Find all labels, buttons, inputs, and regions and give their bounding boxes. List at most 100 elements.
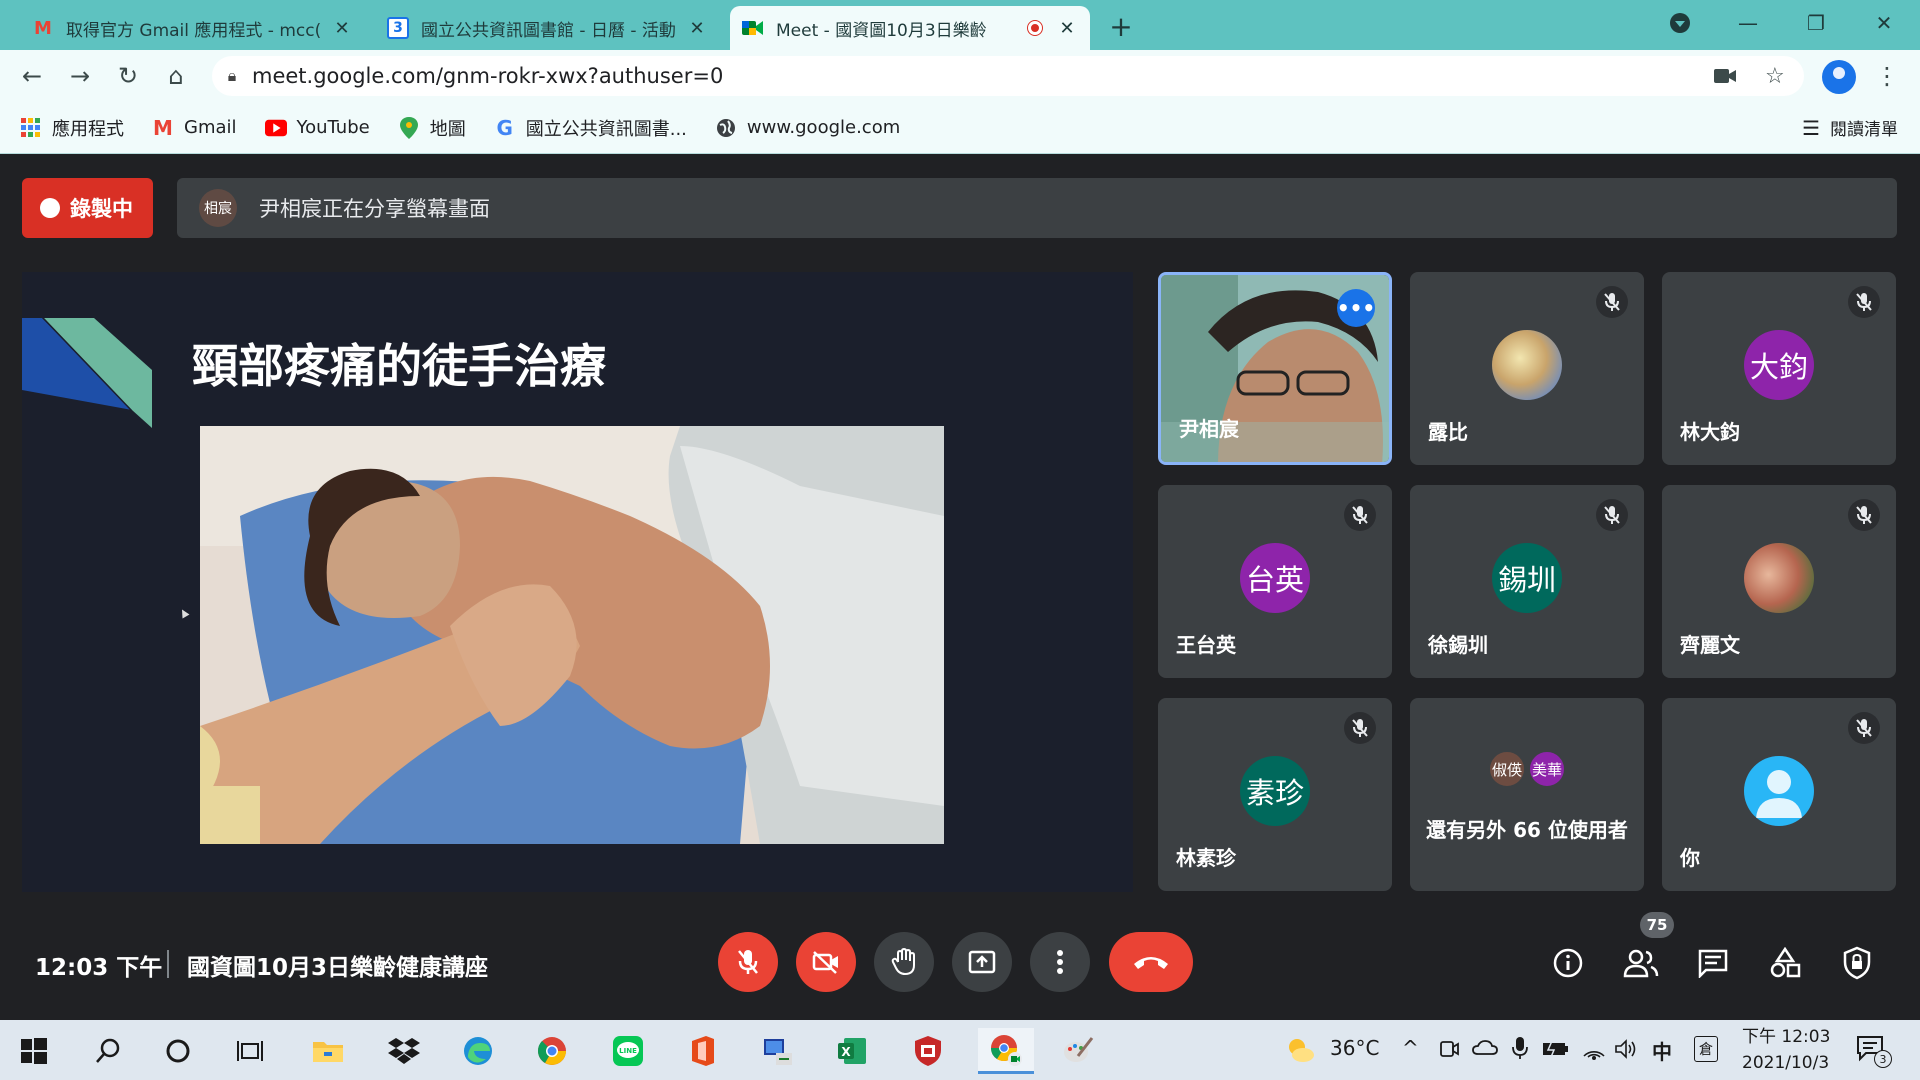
participant-tile[interactable]: 齊麗文 (1662, 485, 1896, 678)
mic-off-icon (1848, 712, 1880, 744)
weather-temperature[interactable]: 36°C (1330, 1036, 1379, 1060)
chrome-meet-button[interactable] (978, 1028, 1034, 1074)
activities-button[interactable] (1764, 942, 1806, 984)
windows-start-button[interactable] (10, 1028, 58, 1074)
minimize-button[interactable]: — (1718, 6, 1778, 40)
tab-search-button[interactable] (1650, 6, 1710, 40)
more-options-button[interactable] (1030, 932, 1090, 992)
chrome-button[interactable] (528, 1028, 576, 1074)
line-button[interactable]: LINE (604, 1028, 652, 1074)
cortana-button[interactable] (154, 1028, 202, 1074)
participant-tile[interactable]: ••• 尹相宸 (1158, 272, 1392, 465)
close-icon[interactable]: ✕ (331, 17, 353, 39)
bookmark-google[interactable]: www.google.com (715, 117, 900, 139)
camera-in-use-icon[interactable] (1714, 56, 1736, 96)
mic-off-icon (1848, 286, 1880, 318)
search-icon (96, 1038, 120, 1063)
network-tool-button[interactable] (754, 1028, 802, 1074)
browser-chrome: M 取得官方 Gmail 應用程式 - mcc( ✕ 3 國立公共資訊圖書館 -… (0, 0, 1920, 154)
info-icon (1553, 948, 1583, 978)
microphone-in-use-icon[interactable] (1512, 1036, 1528, 1064)
others-tile[interactable]: 俶偀 美華 還有另外 66 位使用者 (1410, 698, 1644, 891)
lock-icon[interactable]: 🔒︎ (212, 66, 252, 86)
participant-tile[interactable]: 台英 王台英 (1158, 485, 1392, 678)
close-icon[interactable]: ✕ (1056, 17, 1078, 39)
onedrive-icon[interactable] (1472, 1038, 1498, 1062)
present-screen-button[interactable] (952, 932, 1012, 992)
file-explorer-button[interactable] (304, 1028, 352, 1074)
bookmark-star-icon[interactable]: ☆ (1765, 56, 1785, 96)
avatar: 大鈞 (1744, 330, 1814, 400)
address-bar[interactable]: 🔒︎ meet.google.com/gnm-rokr-xwx?authuser… (212, 56, 1804, 96)
host-controls-button[interactable] (1836, 942, 1878, 984)
wifi-icon[interactable] (1582, 1038, 1606, 1064)
avatar: 美華 (1528, 750, 1566, 788)
profile-avatar[interactable] (1822, 60, 1856, 94)
reload-button[interactable]: ↻ (110, 58, 146, 94)
participants-button[interactable] (1620, 942, 1662, 984)
office-button[interactable] (678, 1028, 726, 1074)
bookmark-gmail[interactable]: M Gmail (152, 116, 236, 140)
participant-tile[interactable]: 露比 (1410, 272, 1644, 465)
meeting-details-button[interactable] (1547, 942, 1589, 984)
edge-button[interactable] (454, 1028, 502, 1074)
system-clock[interactable]: 下午 12:03 2021/10/3 (1742, 1024, 1830, 1076)
restore-button[interactable]: ❐ (1786, 6, 1846, 40)
shield-lock-icon (1843, 946, 1871, 980)
palette-icon (1064, 1037, 1094, 1062)
excel-button[interactable]: X (828, 1028, 876, 1074)
bookmark-youtube[interactable]: YouTube (264, 117, 370, 139)
self-tile[interactable]: 你 (1662, 698, 1896, 891)
notification-center-button[interactable]: 3 (1856, 1034, 1892, 1068)
search-button[interactable] (84, 1028, 132, 1074)
participant-tile[interactable]: 素珍 林素珍 (1158, 698, 1392, 891)
camera-toggle-button[interactable] (796, 932, 856, 992)
bookmark-maps[interactable]: 地圖 (398, 115, 466, 141)
bookmark-label: 地圖 (429, 118, 466, 140)
new-tab-button[interactable]: + (1105, 10, 1137, 43)
tab-calendar[interactable]: 3 國立公共資訊圖書館 - 日曆 - 活動 ✕ (375, 6, 720, 50)
paint-button[interactable] (1054, 1028, 1102, 1074)
bookmark-library[interactable]: G 國立公共資訊圖書... (494, 115, 687, 141)
more-options-button[interactable]: ••• (1337, 289, 1375, 327)
weather-icon[interactable] (1284, 1034, 1316, 1070)
os-taskbar: LINE X 36°C ^ 中 倉 下午 12:03 2021/10/3 3 (0, 1020, 1920, 1080)
mic-off-icon (738, 950, 758, 974)
participant-name: 林素珍 (1176, 846, 1236, 870)
svg-text:LINE: LINE (619, 1047, 637, 1055)
chat-button[interactable] (1692, 942, 1734, 984)
show-hidden-icons-button[interactable]: ^ (1402, 1036, 1419, 1060)
recording-label: 錄製中 (70, 197, 133, 221)
cortana-icon (166, 1039, 190, 1063)
security-app-button[interactable] (904, 1028, 952, 1074)
raise-hand-button[interactable] (874, 932, 934, 992)
reading-list-button[interactable]: ☰ 閱讀清單 (1802, 115, 1898, 141)
bookmark-apps[interactable]: 應用程式 (20, 115, 124, 141)
window-close-button[interactable]: ✕ (1854, 6, 1914, 40)
participant-tile[interactable]: 錫圳 徐錫圳 (1410, 485, 1644, 678)
battery-icon[interactable] (1542, 1040, 1570, 1062)
recording-button[interactable]: 錄製中 (22, 178, 153, 238)
chrome-meet-icon (990, 1034, 1022, 1066)
back-button[interactable]: ← (14, 58, 50, 94)
home-button[interactable]: ⌂ (158, 58, 194, 94)
meet-now-icon[interactable] (1438, 1038, 1460, 1064)
close-icon[interactable]: ✕ (686, 17, 708, 39)
browser-menu-button[interactable]: ⋮ (1872, 58, 1902, 94)
participant-tile[interactable]: 大鈞 林大鈞 (1662, 272, 1896, 465)
tab-gmail[interactable]: M 取得官方 Gmail 應用程式 - mcc( ✕ (20, 6, 365, 50)
tab-label: 國立公共資訊圖書館 - 日曆 - 活動 (421, 20, 676, 41)
tab-meet[interactable]: Meet - 國資圖10月3日樂齡 ✕ (730, 6, 1090, 50)
ime-indicator[interactable]: 中 (1652, 1036, 1672, 1065)
forward-button[interactable]: → (62, 58, 98, 94)
dropbox-icon (388, 1038, 420, 1064)
leave-call-button[interactable] (1109, 932, 1193, 992)
meet-app: 錄製中 相宸 尹相宸正在分享螢幕畫面 頸部疼痛的徒手治療 ••• 尹相宸 露比 … (0, 154, 1920, 1020)
dropbox-button[interactable] (380, 1028, 428, 1074)
task-view-button[interactable] (226, 1028, 274, 1074)
volume-icon[interactable] (1614, 1038, 1638, 1064)
avatar (1744, 756, 1814, 826)
more-vert-icon (1057, 950, 1063, 974)
ime-mode-icon[interactable]: 倉 (1694, 1036, 1718, 1062)
microphone-toggle-button[interactable] (718, 932, 778, 992)
